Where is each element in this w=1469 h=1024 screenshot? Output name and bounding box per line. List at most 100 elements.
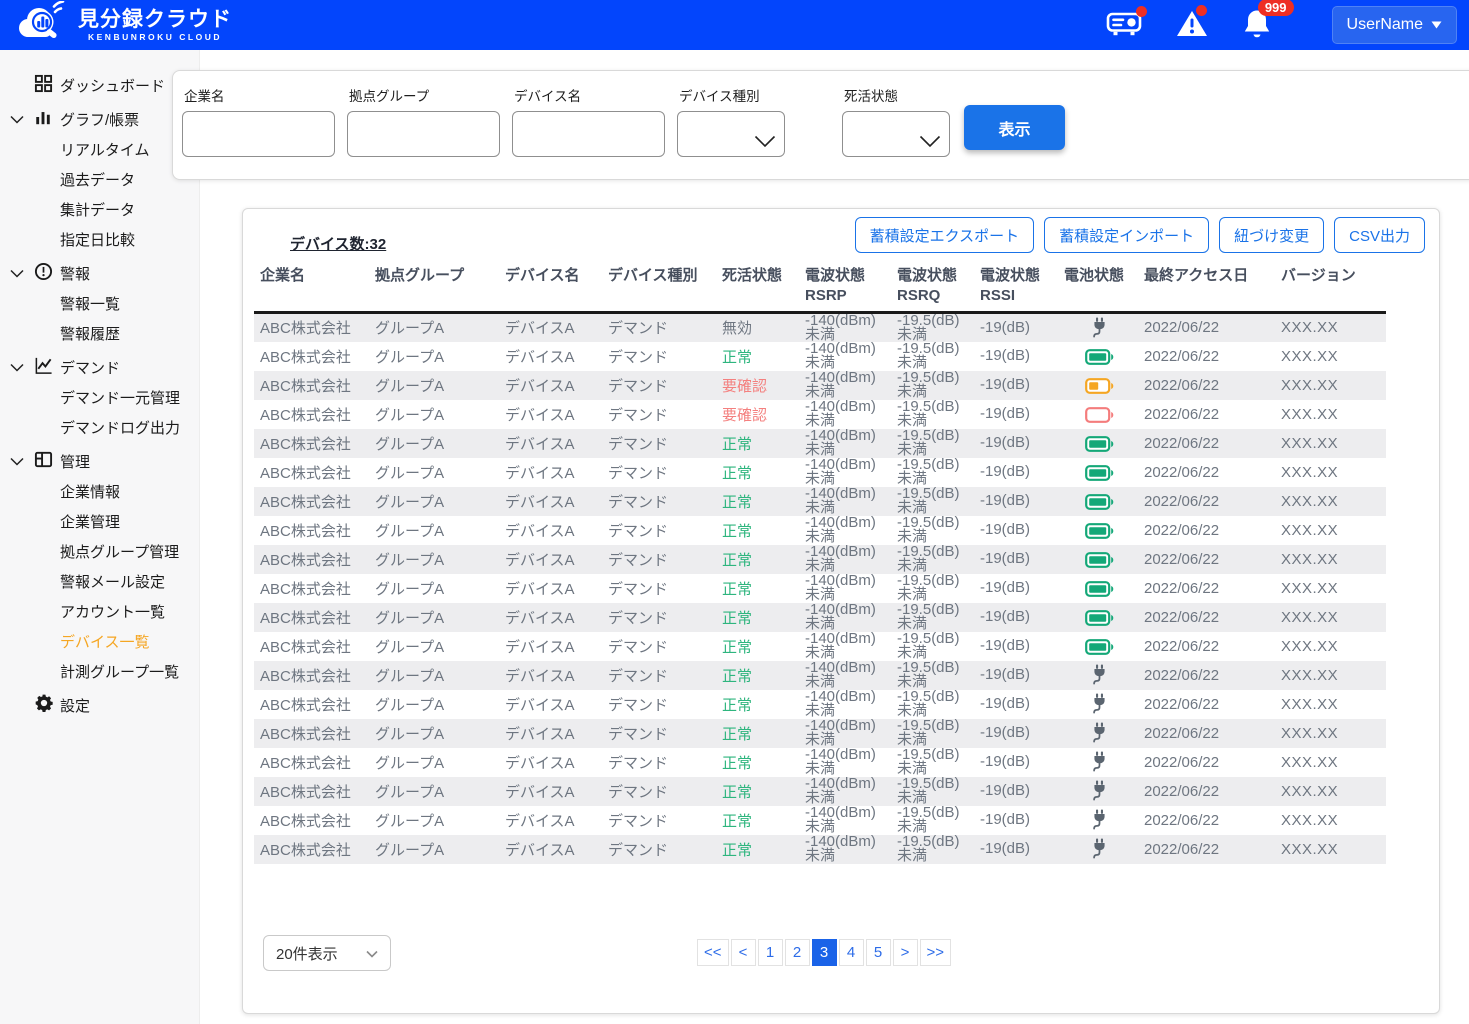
csv-export-button[interactable]: CSV出力: [1334, 217, 1425, 253]
device-row[interactable]: ABC株式会社グループAデバイスAデマンド正常-140(dBm)未満-19.5(…: [254, 574, 1386, 603]
page-1-button[interactable]: 1: [758, 939, 783, 966]
sidebar-item-demand-management[interactable]: デマンド一元管理: [0, 382, 199, 412]
sidebar-item-alert-mail-settings[interactable]: 警報メール設定: [0, 566, 199, 596]
app-logo[interactable]: 見分録クラウド KENBUNROKU CLOUD: [14, 1, 232, 50]
company-cell: ABC株式会社: [254, 661, 369, 690]
sidebar-item-demand-log[interactable]: デマンドログ出力: [0, 412, 199, 442]
sidebar-item-management[interactable]: 管理: [0, 446, 199, 476]
sidebar-item-company-management[interactable]: 企業管理: [0, 506, 199, 536]
grid-icon: [34, 74, 53, 97]
last-access-cell: 2022/06/22: [1138, 603, 1275, 632]
power-plug-icon: [1089, 666, 1110, 683]
notifications-button[interactable]: 999: [1242, 8, 1272, 42]
device-row[interactable]: ABC株式会社グループAデバイスAデマンド要確認-140(dBm)未満-19.5…: [254, 371, 1386, 400]
page-5-button[interactable]: 5: [866, 939, 891, 966]
device-row[interactable]: ABC株式会社グループAデバイスAデマンド正常-140(dBm)未満-19.5(…: [254, 516, 1386, 545]
device-row[interactable]: ABC株式会社グループAデバイスAデマンド正常-140(dBm)未満-19.5(…: [254, 806, 1386, 835]
page-size-select[interactable]: 20件表示: [263, 935, 391, 971]
device-row[interactable]: ABC株式会社グループAデバイスAデマンド要確認-140(dBm)未満-19.5…: [254, 400, 1386, 429]
column-header: 電波状態RSSI: [974, 264, 1058, 312]
filter-panel: 企業名拠点グループデバイス名デバイス種別死活状態 表示: [172, 70, 1469, 180]
sidebar-item-aggregate-data[interactable]: 集計データ: [0, 194, 199, 224]
status-cell: 正常: [716, 777, 799, 806]
sidebar-item-measurement-group-list[interactable]: 計測グループ一覧: [0, 656, 199, 686]
last-access-cell: 2022/06/22: [1138, 806, 1275, 835]
sidebar-item-realtime[interactable]: リアルタイム: [0, 134, 199, 164]
chevron-down-icon[interactable]: [10, 453, 24, 470]
prev-page-button[interactable]: <: [731, 939, 756, 966]
sidebar-item-graph-report[interactable]: グラフ/帳票: [0, 104, 199, 134]
device-row[interactable]: ABC株式会社グループAデバイスAデマンド無効-140(dBm)未満-19.5(…: [254, 312, 1386, 342]
sidebar-item-date-compare[interactable]: 指定日比較: [0, 224, 199, 254]
device-row[interactable]: ABC株式会社グループAデバイスAデマンド正常-140(dBm)未満-19.5(…: [254, 545, 1386, 574]
alive-status-select[interactable]: [842, 111, 950, 157]
power-plug-icon: [1089, 695, 1110, 712]
storage-settings-export-button[interactable]: 蓄積設定エクスポート: [855, 217, 1035, 253]
chevron-down-icon[interactable]: [10, 265, 24, 282]
device-row[interactable]: ABC株式会社グループAデバイスAデマンド正常-140(dBm)未満-19.5(…: [254, 661, 1386, 690]
device-row[interactable]: ABC株式会社グループAデバイスAデマンド正常-140(dBm)未満-19.5(…: [254, 748, 1386, 777]
version-cell: XXX.XX: [1275, 371, 1386, 400]
device-name-cell: デバイスA: [499, 312, 602, 342]
chevron-down-icon[interactable]: [10, 359, 24, 376]
site-group-label: 拠点グループ: [349, 85, 500, 105]
sidebar-item-company-info[interactable]: 企業情報: [0, 476, 199, 506]
device-row[interactable]: ABC株式会社グループAデバイスAデマンド正常-140(dBm)未満-19.5(…: [254, 777, 1386, 806]
rsrp-cell: -140(dBm)未満: [799, 748, 891, 777]
rsrq-cell: -19.5(dB)未満: [891, 312, 974, 342]
device-monitor-button[interactable]: [1106, 10, 1142, 40]
page-3-button[interactable]: 3: [812, 939, 837, 966]
battery-cell: [1058, 400, 1138, 429]
sidebar-item-past-data[interactable]: 過去データ: [0, 164, 199, 194]
sidebar-item-dashboard[interactable]: ダッシュボード: [0, 70, 199, 100]
page-4-button[interactable]: 4: [839, 939, 864, 966]
sidebar-item-account-list[interactable]: アカウント一覧: [0, 596, 199, 626]
link-change-button[interactable]: 紐づけ変更: [1219, 217, 1324, 253]
column-header: 企業名: [254, 264, 369, 312]
device-row[interactable]: ABC株式会社グループAデバイスAデマンド正常-140(dBm)未満-19.5(…: [254, 632, 1386, 661]
site-group-input[interactable]: [347, 111, 500, 157]
sidebar-item-alert[interactable]: 警報: [0, 258, 199, 288]
device-row[interactable]: ABC株式会社グループAデバイスAデマンド正常-140(dBm)未満-19.5(…: [254, 429, 1386, 458]
storage-settings-import-button[interactable]: 蓄積設定インポート: [1044, 217, 1209, 253]
version-cell: XXX.XX: [1275, 806, 1386, 835]
sidebar-item-site-group-management[interactable]: 拠点グループ管理: [0, 536, 199, 566]
rsrq-cell: -19.5(dB)未満: [891, 545, 974, 574]
sidebar-item-alert-history[interactable]: 警報履歴: [0, 318, 199, 348]
device-type-cell: デマンド: [602, 690, 716, 719]
first-page-button[interactable]: <<: [697, 939, 729, 966]
sidebar-item-device-list[interactable]: デバイス一覧: [0, 626, 199, 656]
site-group-cell: グループA: [369, 719, 499, 748]
device-name-input[interactable]: [512, 111, 665, 157]
user-menu-button[interactable]: UserName: [1332, 6, 1457, 44]
last-page-button[interactable]: >>: [920, 939, 952, 966]
device-row[interactable]: ABC株式会社グループAデバイスAデマンド正常-140(dBm)未満-19.5(…: [254, 487, 1386, 516]
device-row[interactable]: ABC株式会社グループAデバイスAデマンド正常-140(dBm)未満-19.5(…: [254, 835, 1386, 864]
next-page-button[interactable]: >: [893, 939, 918, 966]
bar-chart-icon: [34, 108, 52, 130]
warning-button[interactable]: [1176, 9, 1208, 41]
last-access-cell: 2022/06/22: [1138, 690, 1275, 719]
device-row[interactable]: ABC株式会社グループAデバイスAデマンド正常-140(dBm)未満-19.5(…: [254, 719, 1386, 748]
device-row[interactable]: ABC株式会社グループAデバイスAデマンド正常-140(dBm)未満-19.5(…: [254, 690, 1386, 719]
page-2-button[interactable]: 2: [785, 939, 810, 966]
device-row[interactable]: ABC株式会社グループAデバイスAデマンド正常-140(dBm)未満-19.5(…: [254, 458, 1386, 487]
sidebar-item-settings[interactable]: 設定: [0, 690, 199, 720]
sidebar-item-demand[interactable]: デマンド: [0, 352, 199, 382]
rsrp-cell: -140(dBm)未満: [799, 429, 891, 458]
battery-cell: [1058, 574, 1138, 603]
device-type-select[interactable]: [677, 111, 785, 157]
battery-cell: [1058, 719, 1138, 748]
chevron-down-icon[interactable]: [10, 111, 24, 128]
device-row[interactable]: ABC株式会社グループAデバイスAデマンド正常-140(dBm)未満-19.5(…: [254, 342, 1386, 371]
battery-cell: [1058, 458, 1138, 487]
device-row[interactable]: ABC株式会社グループAデバイスAデマンド正常-140(dBm)未満-19.5(…: [254, 603, 1386, 632]
battery-full-icon: [1085, 550, 1114, 567]
sidebar-item-alert-list[interactable]: 警報一覧: [0, 288, 199, 318]
show-button[interactable]: 表示: [964, 105, 1065, 150]
rsrp-cell: -140(dBm)未満: [799, 458, 891, 487]
device-type-cell: デマンド: [602, 342, 716, 371]
last-access-cell: 2022/06/22: [1138, 545, 1275, 574]
company-name-input[interactable]: [182, 111, 335, 157]
device-type-cell: デマンド: [602, 777, 716, 806]
